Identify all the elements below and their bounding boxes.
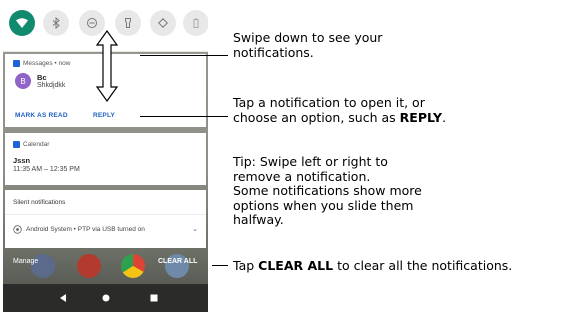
instruction-clear-all: Tap CLEAR ALL to clear all the notificat… (233, 258, 572, 274)
swipe-arrow-icon (96, 30, 118, 102)
calendar-event-title: Jssn (13, 156, 31, 165)
divider (5, 214, 206, 215)
phone-screen: Messages • now B Bc Shkdjdkk MARK AS REA… (3, 0, 208, 312)
recent-apps-icon[interactable] (149, 293, 159, 303)
instruction-reply-label: REPLY (399, 109, 443, 125)
manage-button[interactable]: Manage (13, 258, 38, 265)
chrome-app-icon (121, 254, 145, 278)
message-text: Shkdjdkk (37, 82, 66, 89)
messages-app-icon (13, 60, 20, 67)
instruction-swipe-down: Swipe down to see your notifications. (233, 30, 383, 60)
calendar-app-icon (13, 141, 20, 148)
instruction-tap-text: Tap a notification to open it, or choose… (233, 95, 425, 125)
battery-saver-icon[interactable] (183, 10, 208, 36)
callout-line (140, 116, 228, 117)
instruction-tap-suffix: . (442, 109, 447, 125)
messages-app-label: Messages • now (23, 60, 71, 67)
chevron-down-icon[interactable]: ⌄ (192, 225, 198, 233)
callout-line (140, 55, 228, 56)
callout-line (212, 265, 228, 266)
message-sender: Bc (37, 73, 47, 82)
calendar-notification[interactable]: Calendar Jssn 11:35 AM – 12:35 PM (5, 133, 206, 185)
messages-app-header: Messages • now (13, 60, 70, 67)
android-system-notification[interactable]: Android System • PTP via USB turned on (13, 225, 145, 234)
instruction-clear-prefix: Tap (233, 258, 255, 273)
instruction-clear-suffix: to clear all the notifications. (337, 258, 513, 273)
avatar: B (15, 73, 31, 89)
instruction-tap-notification: Tap a notification to open it, or choose… (233, 95, 448, 125)
navigation-bar (3, 284, 208, 312)
bluetooth-icon[interactable] (43, 10, 69, 36)
instruction-tip: Tip: Swipe left or right to remove a not… (233, 154, 388, 184)
instruction-clear-all-label: CLEAR ALL (258, 258, 334, 273)
home-icon[interactable] (101, 293, 111, 303)
auto-rotate-icon[interactable] (150, 10, 176, 36)
calendar-event-time: 11:35 AM – 12:35 PM (13, 166, 80, 173)
silent-notifications-section: Silent notifications Android System • PT… (5, 190, 206, 248)
wifi-icon[interactable] (9, 10, 35, 36)
reply-button[interactable]: REPLY (93, 112, 115, 119)
notification-footer: Manage CLEAR ALL (3, 250, 208, 280)
clear-all-button[interactable]: CLEAR ALL (158, 258, 197, 265)
calendar-app-header: Calendar (13, 141, 49, 148)
calendar-app-label: Calendar (23, 141, 50, 148)
android-system-text: Android System • PTP via USB turned on (26, 226, 145, 233)
back-icon[interactable] (58, 293, 68, 303)
silent-notifications-header: Silent notifications (13, 199, 66, 206)
flashlight-icon[interactable] (115, 10, 141, 36)
app-icon (77, 254, 101, 278)
instruction-more-options: Some notifications show more options whe… (233, 183, 422, 227)
mark-as-read-button[interactable]: MARK AS READ (15, 112, 68, 119)
android-system-icon (13, 225, 22, 234)
